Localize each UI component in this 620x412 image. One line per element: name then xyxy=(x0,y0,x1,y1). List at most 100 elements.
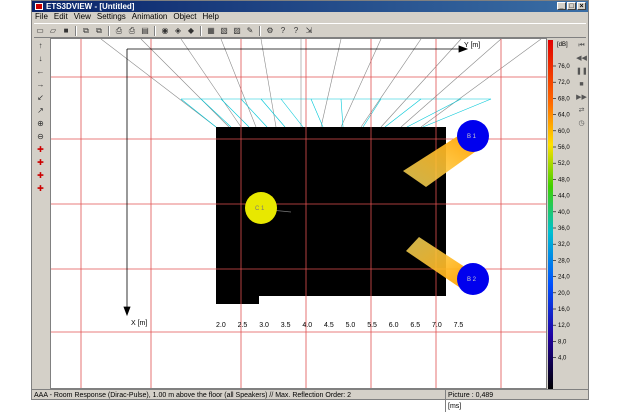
rewind-icon[interactable]: ⏮ xyxy=(576,41,587,51)
app-icon xyxy=(35,3,43,10)
x-tick-label: 7.5 xyxy=(454,322,464,329)
print-preview-icon[interactable]: ⎙ xyxy=(126,25,138,37)
db-tick-label: 20,0 xyxy=(558,291,570,297)
db-unit: [dB] xyxy=(557,42,568,48)
x-tick-label: 2.5 xyxy=(238,322,248,329)
rotate-2-icon[interactable]: ✚ xyxy=(34,158,47,168)
paste-icon[interactable]: ⧉ xyxy=(93,25,105,37)
toolbar-separator xyxy=(108,25,110,36)
status-bar: AAA - Room Response (Dirac-Pulse), 1.00 … xyxy=(32,389,588,412)
arrow-down-icon[interactable]: ↓ xyxy=(34,54,47,64)
y-axis-label: Y [m] xyxy=(464,42,480,49)
toolbar-separator xyxy=(200,25,202,36)
minimize-button[interactable]: _ xyxy=(557,2,566,10)
new-file-icon[interactable]: ▭ xyxy=(34,25,46,37)
status-main: AAA - Room Response (Dirac-Pulse), 1.00 … xyxy=(34,392,352,399)
rotate-4-icon[interactable]: ✚ xyxy=(34,184,47,194)
arrow-up-icon[interactable]: ↑ xyxy=(34,41,47,51)
copy-icon[interactable]: ⧉ xyxy=(80,25,92,37)
toolbar-separator xyxy=(154,25,156,36)
close-button[interactable]: × xyxy=(577,2,586,10)
speaker-c-1-label: C 1 xyxy=(255,206,265,212)
db-tick-label: 52,0 xyxy=(558,161,570,167)
menu-view[interactable]: View xyxy=(71,12,94,22)
speaker-b-2-label: B 2 xyxy=(467,277,477,283)
status-picture: Picture : 0,489 [ms] xyxy=(445,390,498,412)
grid-icon[interactable]: ▦ xyxy=(205,25,217,37)
save-icon[interactable]: ■ xyxy=(60,25,72,37)
x-tick-label: 6.0 xyxy=(389,322,399,329)
edit-icon[interactable]: ✎ xyxy=(244,25,256,37)
clock-icon[interactable]: ◷ xyxy=(576,119,587,129)
speaker-b-1[interactable]: B 1 xyxy=(457,120,489,152)
db-tick-label: 36,0 xyxy=(558,226,570,232)
db-tick-label: 40,0 xyxy=(558,210,570,216)
view-area[interactable]: Y [m] X [m] 2.0 2.5 3.0 3.5 4.0 4.5 5.0 5.5 6.0 6… xyxy=(50,38,547,389)
x-tick-labels: 2.0 2.5 3.0 3.5 4.0 4.5 5.0 5.5 6.0 6.5 7.0 7.5 xyxy=(216,322,463,329)
diag-down-left-icon[interactable]: ↙ xyxy=(34,93,47,103)
zoom-in-icon[interactable]: ⊕ xyxy=(34,119,47,129)
menu-animation[interactable]: Animation xyxy=(129,12,171,22)
menu-object[interactable]: Object xyxy=(170,12,199,22)
db-tick-label: 24,0 xyxy=(558,275,570,281)
chart-icon[interactable]: ▨ xyxy=(231,25,243,37)
diag-up-right-icon[interactable]: ↗ xyxy=(34,106,47,116)
toolbar: ▭ ▱ ■ ⧉ ⧉ ⎙ ⎙ ▤ ◉ ◈ ◆ ▦ ▧ ▨ ✎ ⚙?? ⇲ xyxy=(34,23,586,38)
menu-file[interactable]: File xyxy=(32,12,51,22)
db-tick-labels: 76,0 72,0 68,0 64,0 60,0 56,0 52,0 48,0 44,0 40,0… xyxy=(553,64,570,362)
app-window: ETS3DVIEW - [Untitled] _ □ × File Edit V… xyxy=(31,0,589,412)
export-icon[interactable]: ⇲ xyxy=(303,25,315,37)
db-tick-label: 8,0 xyxy=(558,339,567,345)
perspective-lines xyxy=(100,39,542,128)
db-tick-label: 44,0 xyxy=(558,194,570,200)
arrow-left-icon[interactable]: ← xyxy=(34,67,47,77)
db-tick-label: 48,0 xyxy=(558,177,570,183)
title-bar: ETS3DVIEW - [Untitled] _ □ × xyxy=(32,1,588,12)
db-scale: [dB] 76,0 72,0 68,0 64,0 60,0 56,0 52,0 48,0 44,… xyxy=(547,38,577,389)
db-tick-label: 16,0 xyxy=(558,307,570,313)
db-colorbar xyxy=(548,40,553,389)
image-icon[interactable]: ▧ xyxy=(218,25,230,37)
print-icon[interactable]: ⎙ xyxy=(113,25,125,37)
x-tick-label: 4.0 xyxy=(302,322,312,329)
arrow-right-icon[interactable]: → xyxy=(34,80,47,90)
db-tick-label: 4,0 xyxy=(558,356,567,362)
settings-icon[interactable]: ⚙ xyxy=(264,25,276,37)
window-title: ETS3DVIEW - [Untitled] xyxy=(46,2,135,11)
speaker-c-1[interactable]: C 1 xyxy=(245,192,277,224)
speaker-icon[interactable]: ◈ xyxy=(172,25,184,37)
pause-icon[interactable]: ❚❚ xyxy=(576,67,588,77)
toolbar-separator xyxy=(259,25,261,36)
db-tick-label: 72,0 xyxy=(558,80,570,86)
db-tick-label: 12,0 xyxy=(558,323,570,329)
db-tick-label: 56,0 xyxy=(558,145,570,151)
menu-settings[interactable]: Settings xyxy=(94,12,129,22)
open-file-icon[interactable]: ▱ xyxy=(47,25,59,37)
view-tools: ↑ ↓ ← → ↙ ↗ ⊕ ⊖ ✚ ✚ ✚ ✚ xyxy=(34,41,48,194)
page-icon[interactable]: ▤ xyxy=(139,25,151,37)
x-tick-label: 7.0 xyxy=(432,322,442,329)
context-help-icon[interactable]: ? xyxy=(290,25,302,37)
animation-tools: ⏮ ◀◀ ❚❚ ■ ▶▶ ⇄ ◷ xyxy=(576,41,588,129)
bulb-icon[interactable]: ◉ xyxy=(159,25,171,37)
rotate-3-icon[interactable]: ✚ xyxy=(34,171,47,181)
x-tick-label: 3.0 xyxy=(259,322,269,329)
zoom-out-icon[interactable]: ⊖ xyxy=(34,132,47,142)
menu-edit[interactable]: Edit xyxy=(51,12,71,22)
loop-icon[interactable]: ⇄ xyxy=(576,106,587,116)
db-tick-label: 64,0 xyxy=(558,113,570,119)
speaker-b-2[interactable]: B 2 xyxy=(457,263,489,295)
step-back-icon[interactable]: ◀◀ xyxy=(576,54,587,64)
db-tick-label: 32,0 xyxy=(558,242,570,248)
maximize-button[interactable]: □ xyxy=(567,2,576,10)
room-icon[interactable]: ◆ xyxy=(185,25,197,37)
help-icon[interactable]: ? xyxy=(277,25,289,37)
plot-canvas[interactable]: Y [m] X [m] 2.0 2.5 3.0 3.5 4.0 4.5 5.0 5.5 6.0 6… xyxy=(51,39,547,389)
step-forward-icon[interactable]: ▶▶ xyxy=(576,93,587,103)
speaker-b-1-label: B 1 xyxy=(467,134,477,140)
db-tick-label: 28,0 xyxy=(558,258,570,264)
rotate-1-icon[interactable]: ✚ xyxy=(34,145,47,155)
x-tick-label: 6.5 xyxy=(410,322,420,329)
menu-help[interactable]: Help xyxy=(200,12,222,22)
stop-icon[interactable]: ■ xyxy=(576,80,587,90)
